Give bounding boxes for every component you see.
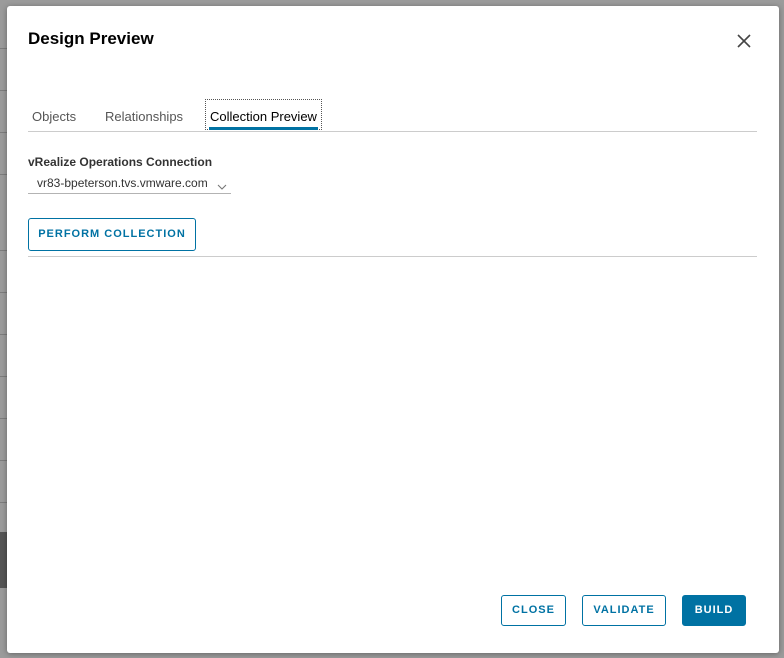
tab-relationships[interactable]: Relationships [105, 99, 183, 131]
connection-selected-value: vr83-bpeterson.tvs.vmware.com [37, 176, 208, 190]
connection-select[interactable]: vr83-bpeterson.tvs.vmware.com [28, 174, 231, 194]
build-button[interactable]: BUILD [682, 595, 746, 626]
close-button[interactable]: CLOSE [501, 595, 566, 626]
connection-label: vRealize Operations Connection [28, 155, 213, 169]
close-icon[interactable] [735, 32, 753, 50]
modal-title: Design Preview [28, 29, 154, 48]
active-tab-indicator [209, 127, 318, 130]
tab-bar: Objects Relationships Collection Preview [28, 99, 757, 132]
tab-collection-preview[interactable]: Collection Preview [205, 99, 322, 130]
tab-collection-preview-label: Collection Preview [210, 109, 317, 124]
section-divider [28, 256, 757, 257]
tab-objects[interactable]: Objects [32, 99, 76, 131]
perform-collection-button[interactable]: PERFORM COLLECTION [28, 218, 196, 251]
validate-button[interactable]: VALIDATE [582, 595, 666, 626]
chevron-down-icon [217, 178, 227, 190]
design-preview-modal: Design Preview Objects Relationships Col… [7, 6, 779, 653]
